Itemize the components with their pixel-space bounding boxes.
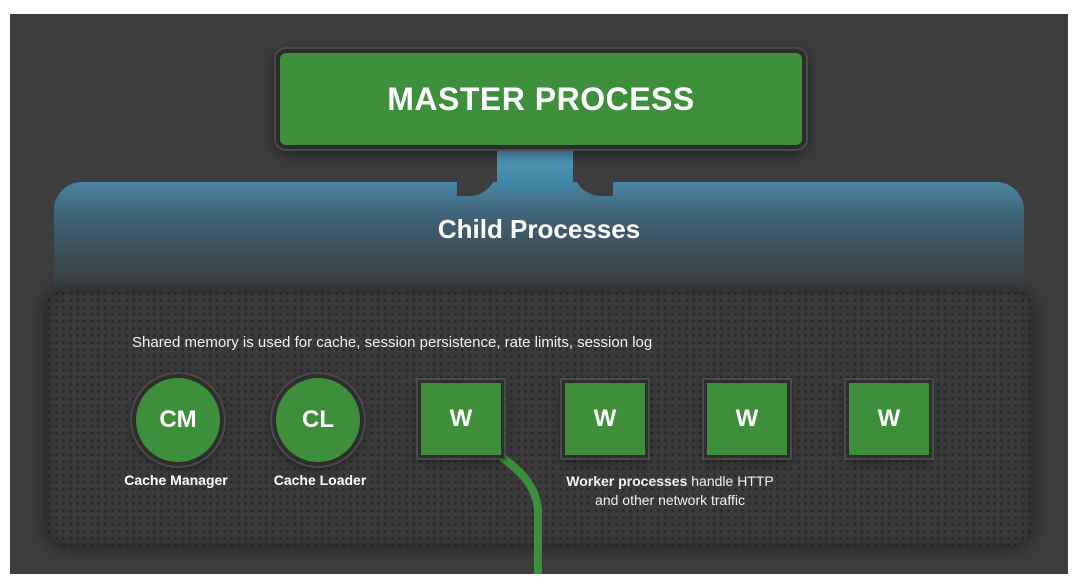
worker-caption-bold: Worker processes <box>566 473 688 489</box>
cache-manager-node: CM <box>132 374 224 466</box>
worker-caption: Worker processes handle HTTP and other n… <box>530 472 810 510</box>
worker-caption-line2: and other network traffic <box>595 492 745 508</box>
worker-node-1: W <box>418 380 504 458</box>
cache-loader-label: Cache Loader <box>273 472 367 488</box>
shared-memory-text: Shared memory is used for cache, session… <box>132 334 653 351</box>
worker-caption-rest: handle HTTP <box>687 473 774 489</box>
cache-loader-node: CL <box>272 374 364 466</box>
diagram-canvas: MASTER PROCESS Child Processes Shared me… <box>10 14 1068 574</box>
worker-node-3: W <box>704 380 790 458</box>
cache-manager-label: Cache Manager <box>124 472 228 488</box>
worker-node-2: W <box>562 380 648 458</box>
worker-node-4: W <box>846 380 932 458</box>
